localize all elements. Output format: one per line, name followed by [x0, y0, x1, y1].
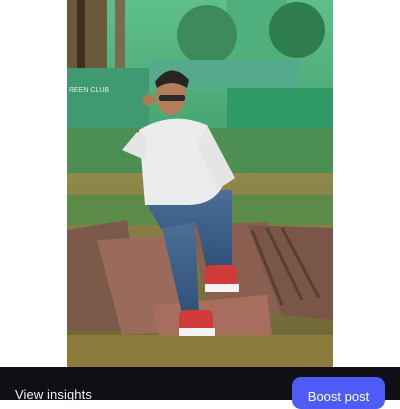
wall-sign-text: REEN CLUB: [69, 87, 109, 94]
post-media-frame: REEN CLUB: [0, 0, 400, 367]
post-photo[interactable]: REEN CLUB: [67, 0, 333, 367]
post-action-bar: View insights Boost post: [0, 367, 400, 409]
boost-post-button[interactable]: Boost post: [292, 377, 385, 409]
